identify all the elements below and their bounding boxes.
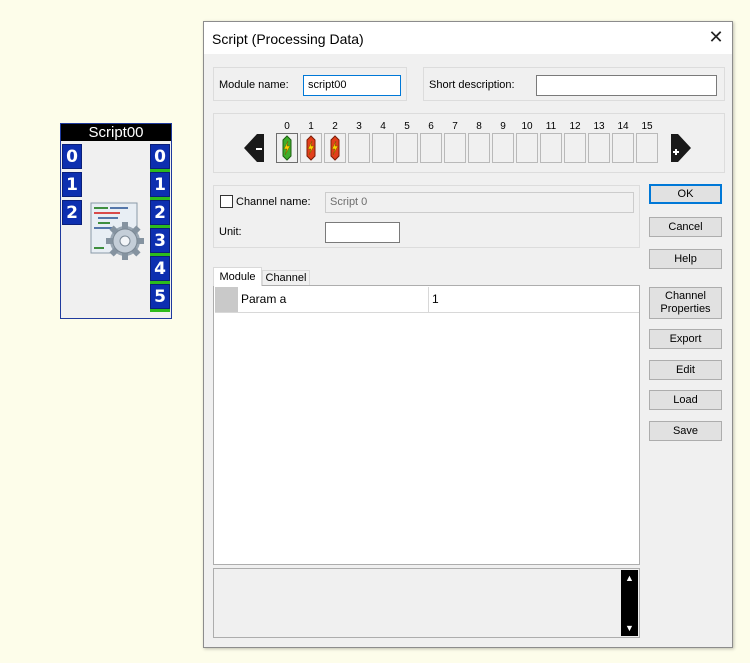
channel-number: 4 <box>380 121 386 132</box>
close-icon[interactable]: ✕ <box>700 22 732 54</box>
description-scrollbar[interactable]: ▲ ▼ <box>621 570 638 636</box>
channel-slot-7[interactable] <box>444 133 466 163</box>
channel-number: 2 <box>332 121 338 132</box>
channel-properties-label-line2: Properties <box>660 303 711 315</box>
script-gear-icon <box>90 202 144 260</box>
output-port-3[interactable]: 3 <box>150 228 170 256</box>
unit-label: Unit: <box>219 226 242 238</box>
input-port-1[interactable]: 1 <box>62 172 82 197</box>
channel-number: 7 <box>452 121 458 132</box>
channel-number: 11 <box>545 121 557 132</box>
param-value-cell[interactable]: 1 <box>430 287 638 312</box>
channel-number: 15 <box>641 121 653 132</box>
scroll-up-icon[interactable]: ▲ <box>621 571 638 585</box>
help-button[interactable]: Help <box>649 249 722 269</box>
channel-name-checkbox[interactable] <box>220 195 233 208</box>
channel-slot-11[interactable] <box>540 133 562 163</box>
channel-slot-1[interactable] <box>300 133 322 163</box>
ok-button[interactable]: OK <box>649 184 722 204</box>
channel-number: 6 <box>428 121 434 132</box>
channel-number: 9 <box>500 121 506 132</box>
channel-slot-15[interactable] <box>636 133 658 163</box>
tab-module[interactable]: Module <box>213 267 262 286</box>
row-divider <box>215 312 639 313</box>
tab-channel[interactable]: Channel <box>262 270 310 286</box>
short-description-group: Short description: <box>423 67 725 101</box>
output-port-4[interactable]: 4 <box>150 256 170 284</box>
script-module-block[interactable]: Script00 0 1 2 0 1 2 3 4 5 <box>60 123 172 319</box>
dialog-title: Script (Processing Data) <box>212 31 364 47</box>
channel-number: 13 <box>593 121 605 132</box>
channel-slot-8[interactable] <box>468 133 490 163</box>
save-button[interactable]: Save <box>649 421 722 441</box>
channel-slot-9[interactable] <box>492 133 514 163</box>
load-button[interactable]: Load <box>649 390 722 410</box>
channel-number: 10 <box>521 121 533 132</box>
next-channels-arrow-icon[interactable] <box>670 133 692 163</box>
module-block-title: Script00 <box>61 124 171 141</box>
channel-properties-button[interactable]: Channel Properties <box>649 287 722 319</box>
cancel-button[interactable]: Cancel <box>649 217 722 237</box>
channel-slot-5[interactable] <box>396 133 418 163</box>
short-description-input[interactable] <box>536 75 717 96</box>
previous-channels-arrow-icon[interactable] <box>243 133 265 163</box>
channel-number: 1 <box>308 121 314 132</box>
output-port-5[interactable]: 5 <box>150 284 170 312</box>
channel-slot-13[interactable] <box>588 133 610 163</box>
channel-name-label: Channel name: <box>236 196 311 208</box>
output-port-0[interactable]: 0 <box>150 144 170 172</box>
channel-settings-group: Channel name: Script 0 Unit: <box>213 185 640 248</box>
module-name-input[interactable]: script00 <box>303 75 401 96</box>
unit-input[interactable] <box>325 222 400 243</box>
channel-slot-6[interactable] <box>420 133 442 163</box>
channel-slot-3[interactable] <box>348 133 370 163</box>
channel-properties-label-line1: Channel <box>665 290 706 302</box>
channel-slot-4[interactable] <box>372 133 394 163</box>
short-description-label: Short description: <box>429 79 515 91</box>
module-name-label: Module name: <box>219 79 289 91</box>
export-button[interactable]: Export <box>649 329 722 349</box>
channel-number: 0 <box>284 121 290 132</box>
input-port-2[interactable]: 2 <box>62 200 82 225</box>
edit-button[interactable]: Edit <box>649 360 722 380</box>
channel-slot-12[interactable] <box>564 133 586 163</box>
description-panel: ▲ ▼ <box>213 568 640 638</box>
input-port-0[interactable]: 0 <box>62 144 82 169</box>
script-dialog: Script (Processing Data) ✕ Module name: … <box>203 21 733 648</box>
param-name-cell[interactable]: Param a <box>239 287 429 312</box>
channel-slot-14[interactable] <box>612 133 634 163</box>
lightning-channel-icon <box>282 135 292 161</box>
module-name-group: Module name: script00 <box>213 67 407 101</box>
channel-number: 12 <box>569 121 581 132</box>
row-header[interactable] <box>215 287 238 312</box>
channel-number: 14 <box>617 121 629 132</box>
channel-slot-0[interactable] <box>276 133 298 163</box>
channel-slot-2[interactable] <box>324 133 346 163</box>
channel-name-input[interactable]: Script 0 <box>325 192 634 213</box>
parameter-grid: Param a 1 <box>213 285 640 565</box>
lightning-channel-icon <box>306 135 316 161</box>
lightning-channel-icon <box>330 135 340 161</box>
scroll-down-icon[interactable]: ▼ <box>621 621 638 635</box>
output-port-1[interactable]: 1 <box>150 172 170 200</box>
channel-slot-10[interactable] <box>516 133 538 163</box>
channel-number: 5 <box>404 121 410 132</box>
dialog-titlebar: Script (Processing Data) ✕ <box>204 22 732 54</box>
channel-strip: 0 1 2 3 4 5 6 7 8 9 10 11 12 13 14 15 <box>213 113 725 173</box>
column-divider <box>428 287 429 312</box>
output-port-2[interactable]: 2 <box>150 200 170 228</box>
channel-number: 3 <box>356 121 362 132</box>
channel-number: 8 <box>476 121 482 132</box>
